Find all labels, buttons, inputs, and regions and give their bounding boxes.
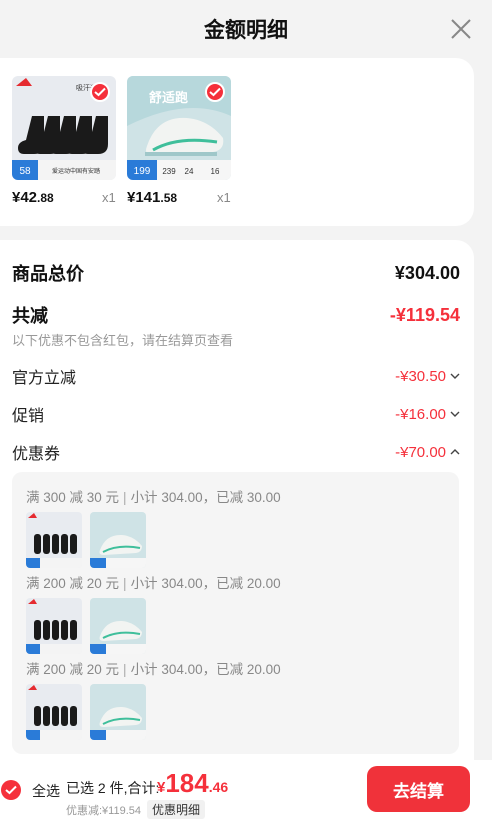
discount-value: -¥16.00 bbox=[395, 405, 446, 423]
discount-label: 官方立减 bbox=[12, 370, 77, 387]
coupon-product-shoes bbox=[90, 684, 146, 740]
product-price: ¥141.58 bbox=[127, 189, 178, 206]
product-qty: x1 bbox=[102, 190, 116, 205]
total-amount: ¥184.46 bbox=[157, 768, 229, 798]
price-summary: 商品总价 ¥304.00 共减 -¥119.54 以下优惠不包含红包，请在结算页… bbox=[0, 240, 474, 760]
coupon-product-socks bbox=[26, 598, 82, 654]
selected-count: 已选 2 件,合计: bbox=[66, 780, 160, 796]
product-check-icon[interactable] bbox=[205, 82, 225, 102]
close-icon[interactable] bbox=[450, 18, 472, 40]
coupon-details: 满 300 减 30 元 | 小计 304.00，已减 30.00 满 200 减 … bbox=[12, 472, 459, 754]
shoes-title: 舒适跑 bbox=[149, 90, 188, 106]
select-all-label[interactable]: 全选 bbox=[32, 781, 60, 801]
select-all-check-icon[interactable] bbox=[1, 780, 21, 800]
discount-label: 优惠券 bbox=[12, 446, 61, 463]
shoes-price-tag: 199 bbox=[134, 166, 151, 177]
discount-value: -¥70.00 bbox=[395, 443, 446, 461]
socks-price-tag: 58 bbox=[19, 166, 31, 177]
coupon-product-socks bbox=[26, 512, 82, 568]
coupon-rule-line: 满 300 减 30 元 | 小计 304.00，已减 30.00 bbox=[26, 490, 281, 505]
reduce-label: 共减 bbox=[12, 306, 48, 326]
product-check-icon[interactable] bbox=[90, 82, 110, 102]
coupon-product-shoes bbox=[90, 512, 146, 568]
products-card: 58 爱运动中国有安踏 吸汗透气 ¥42.88 x1 舒适跑 199 bbox=[0, 58, 474, 226]
svg-text:24: 24 bbox=[185, 167, 194, 176]
discount-summary: 优惠减:¥119.54 优惠明细 bbox=[66, 800, 206, 819]
modal-title: 金额明细 bbox=[204, 19, 288, 42]
checkout-bar: 全选 已选 2 件,合计: ¥184.46 优惠减:¥119.54 优惠明细 去结… bbox=[0, 760, 492, 830]
discount-value: -¥30.50 bbox=[395, 367, 446, 385]
coupon-rule-line: 满 200 减 20 元 | 小计 304.00，已减 20.00 bbox=[26, 576, 281, 591]
product-price: ¥42.88 bbox=[12, 189, 54, 206]
reduce-row: 共减 -¥119.54 bbox=[12, 302, 460, 328]
svg-text:239: 239 bbox=[162, 167, 176, 176]
discount-row-promo[interactable]: 促销 -¥16.00 bbox=[12, 402, 460, 426]
discount-row-official[interactable]: 官方立减 -¥30.50 bbox=[12, 364, 460, 388]
product-item[interactable]: 舒适跑 199 239 24 16 ¥141.58 x1 bbox=[127, 76, 237, 206]
coupon-rule-line: 满 200 减 20 元 | 小计 304.00，已减 20.00 bbox=[26, 662, 281, 677]
product-image-socks[interactable]: 58 爱运动中国有安踏 吸汗透气 bbox=[12, 76, 116, 180]
svg-text:16: 16 bbox=[211, 167, 220, 176]
checkout-button[interactable]: 去结算 bbox=[367, 766, 470, 812]
coupon-product-shoes bbox=[90, 598, 146, 654]
discount-note: 以下优惠不包含红包，请在结算页查看 bbox=[12, 333, 234, 348]
coupon-product-socks bbox=[26, 684, 82, 740]
discount-row-coupon[interactable]: 优惠券 -¥70.00 bbox=[12, 440, 460, 464]
socks-slogan: 爱运动中国有安踏 bbox=[52, 167, 100, 175]
chevron-down-icon[interactable] bbox=[450, 410, 460, 418]
product-qty: x1 bbox=[217, 190, 231, 205]
reduce-value: -¥119.54 bbox=[389, 304, 460, 325]
total-label: 商品总价 bbox=[12, 264, 84, 284]
total-price-row: 商品总价 ¥304.00 bbox=[12, 260, 460, 286]
chevron-up-icon[interactable] bbox=[450, 448, 460, 456]
product-image-shoes[interactable]: 舒适跑 199 239 24 16 bbox=[127, 76, 231, 180]
discount-detail-button[interactable]: 优惠明细 bbox=[147, 800, 206, 819]
chevron-down-icon[interactable] bbox=[450, 372, 460, 380]
product-item[interactable]: 58 爱运动中国有安踏 吸汗透气 ¥42.88 x1 bbox=[12, 76, 122, 206]
total-value: ¥304.00 bbox=[394, 262, 460, 283]
modal-header: 金额明细 bbox=[0, 0, 492, 58]
discount-label: 促销 bbox=[12, 408, 45, 425]
